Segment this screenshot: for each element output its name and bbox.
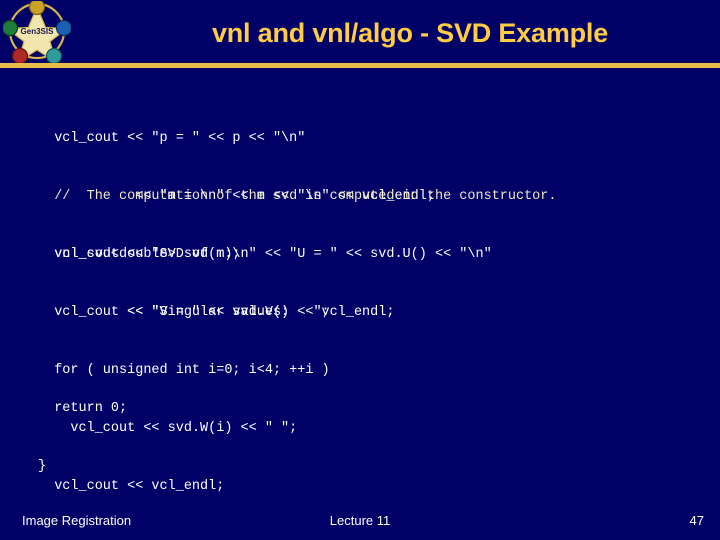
slide-footer: Image Registration Lecture 11 47 bbox=[0, 505, 720, 540]
slide-header: Gen3SIS vnl and vnl/algo - SVD Example bbox=[0, 0, 720, 63]
page-title: vnl and vnl/algo - SVD Example bbox=[211, 18, 609, 48]
code-listing: vcl_cout << "p = " << p << "\n" << "m = … bbox=[0, 68, 720, 498]
footer-page-number: 47 bbox=[689, 513, 704, 528]
code-line: return 0; bbox=[38, 400, 128, 416]
code-line: } bbox=[38, 459, 47, 475]
code-line: vcl_cout << "p = " << p << "\n" bbox=[38, 130, 306, 146]
slide-canvas: Gen3SIS vnl and vnl/algo - SVD Example v… bbox=[0, 0, 720, 540]
code-comment-line: // The computation of the svd is compute… bbox=[38, 188, 557, 204]
code-block-return-and-close: return 0; } bbox=[38, 360, 127, 515]
logo-center-label: Gen3SIS bbox=[21, 27, 55, 36]
code-line: vcl_cout << "Singular values: "; bbox=[38, 304, 330, 320]
code-line: vcl_cout << "SVD of m:\n" << "U = " << s… bbox=[38, 246, 492, 262]
gensis-star-emblem-icon: Gen3SIS bbox=[3, 1, 71, 63]
